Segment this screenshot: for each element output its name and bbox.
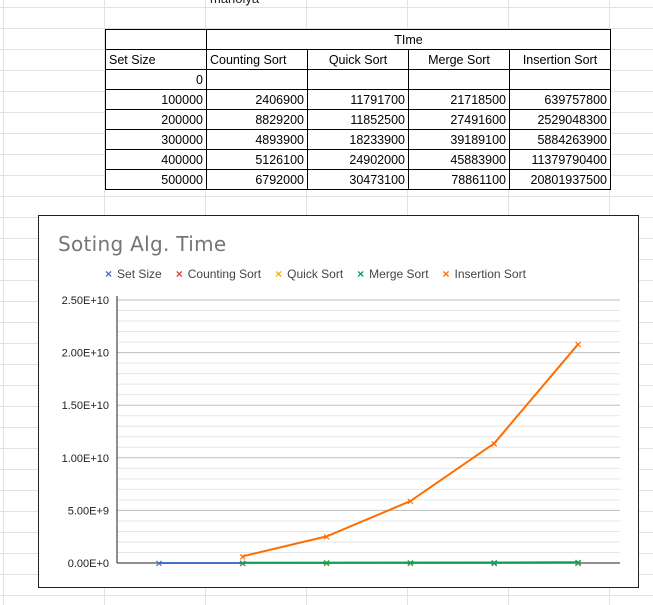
table-row: 300000 4893900 18233900 39189100 5884263900 xyxy=(105,129,611,150)
data-point-marker: × xyxy=(406,497,414,508)
y-tick-label: 5.00E+9 xyxy=(68,505,109,517)
table-cell[interactable]: 639757800 xyxy=(509,89,611,110)
series-line-insertion-sort xyxy=(242,343,579,558)
data-point-marker: × xyxy=(322,558,330,569)
table-cell[interactable]: 200000 xyxy=(105,109,207,130)
chart-plot-area: 0.00E+0 5.00E+9 1.00E+10 1.50E+10 2.00E+10 2.… xyxy=(62,295,620,570)
y-tick-label: 0.00E+0 xyxy=(68,558,109,570)
table-cell[interactable] xyxy=(105,29,207,50)
table-cell[interactable]: 39189100 xyxy=(408,129,510,150)
y-tick-label: 2.00E+10 xyxy=(62,348,109,360)
table-cell[interactable]: 24902000 xyxy=(307,149,409,170)
table-cell[interactable]: 11791700 xyxy=(307,89,409,110)
table-cell[interactable]: 11379790400 xyxy=(509,149,611,170)
data-point-marker: × xyxy=(322,532,330,543)
cut-off-cell-text: manolya xyxy=(210,0,259,6)
table-row: 0 xyxy=(105,69,611,90)
data-point-marker: × xyxy=(574,558,582,569)
table-cell[interactable]: 500000 xyxy=(105,169,207,190)
table-cell[interactable]: 21718500 xyxy=(408,89,510,110)
column-header[interactable]: Merge Sort xyxy=(408,49,510,70)
table-cell[interactable]: 0 xyxy=(105,69,207,90)
table-cell[interactable]: 78861100 xyxy=(408,169,510,190)
column-header[interactable]: Quick Sort xyxy=(307,49,409,70)
data-point-marker: × xyxy=(239,552,247,563)
table-cell[interactable] xyxy=(408,69,510,90)
table-cell[interactable]: 6792000 xyxy=(206,169,308,190)
table-row: 500000 6792000 30473100 78861100 20801937500 xyxy=(105,169,611,190)
table-cell[interactable]: 20801937500 xyxy=(509,169,611,190)
y-tick-label: 1.50E+10 xyxy=(62,400,109,412)
table-cell[interactable]: 11852500 xyxy=(307,109,409,130)
table-cell[interactable] xyxy=(509,69,611,90)
table-cell[interactable]: 100000 xyxy=(105,89,207,110)
table-cell[interactable] xyxy=(206,69,308,90)
data-point-marker: × xyxy=(574,340,582,351)
table-row: 200000 8829200 11852500 27491600 2529048300 xyxy=(105,109,611,130)
column-header[interactable]: Counting Sort xyxy=(206,49,308,70)
data-point-marker: × xyxy=(406,558,414,569)
y-tick-label: 1.00E+10 xyxy=(62,453,109,465)
table-cell[interactable]: 5884263900 xyxy=(509,129,611,150)
table-cell[interactable]: 27491600 xyxy=(408,109,510,130)
data-table: TIme Set Size Counting Sort Quick Sort M… xyxy=(105,29,611,190)
table-cell[interactable]: 5126100 xyxy=(206,149,308,170)
table-cell[interactable] xyxy=(307,69,409,90)
time-group-header[interactable]: TIme xyxy=(206,29,611,50)
table-header-row: Set Size Counting Sort Quick Sort Merge … xyxy=(105,49,611,70)
data-point-marker: × xyxy=(490,439,498,450)
table-cell[interactable]: 2529048300 xyxy=(509,109,611,130)
column-header[interactable]: Insertion Sort xyxy=(509,49,611,70)
data-point-marker: × xyxy=(155,559,163,570)
table-cell[interactable]: 2406900 xyxy=(206,89,308,110)
table-cell[interactable]: 8829200 xyxy=(206,109,308,130)
table-cell[interactable]: 45883900 xyxy=(408,149,510,170)
y-tick-label: 2.50E+10 xyxy=(62,295,109,307)
data-point-marker: × xyxy=(490,558,498,569)
table-cell[interactable]: 4893900 xyxy=(206,129,308,150)
table-row: 400000 5126100 24902000 45883900 11379790400 xyxy=(105,149,611,170)
column-header[interactable]: Set Size xyxy=(105,49,207,70)
table-cell[interactable]: 400000 xyxy=(105,149,207,170)
table-cell[interactable]: 300000 xyxy=(105,129,207,150)
chart[interactable]: Soting Alg. Time × Set Size × Counting Sort… xyxy=(38,215,639,588)
table-cell[interactable]: 30473100 xyxy=(307,169,409,190)
table-group-header-row: TIme xyxy=(105,29,611,50)
table-row: 100000 2406900 11791700 21718500 639757800 xyxy=(105,89,611,110)
table-cell[interactable]: 18233900 xyxy=(307,129,409,150)
